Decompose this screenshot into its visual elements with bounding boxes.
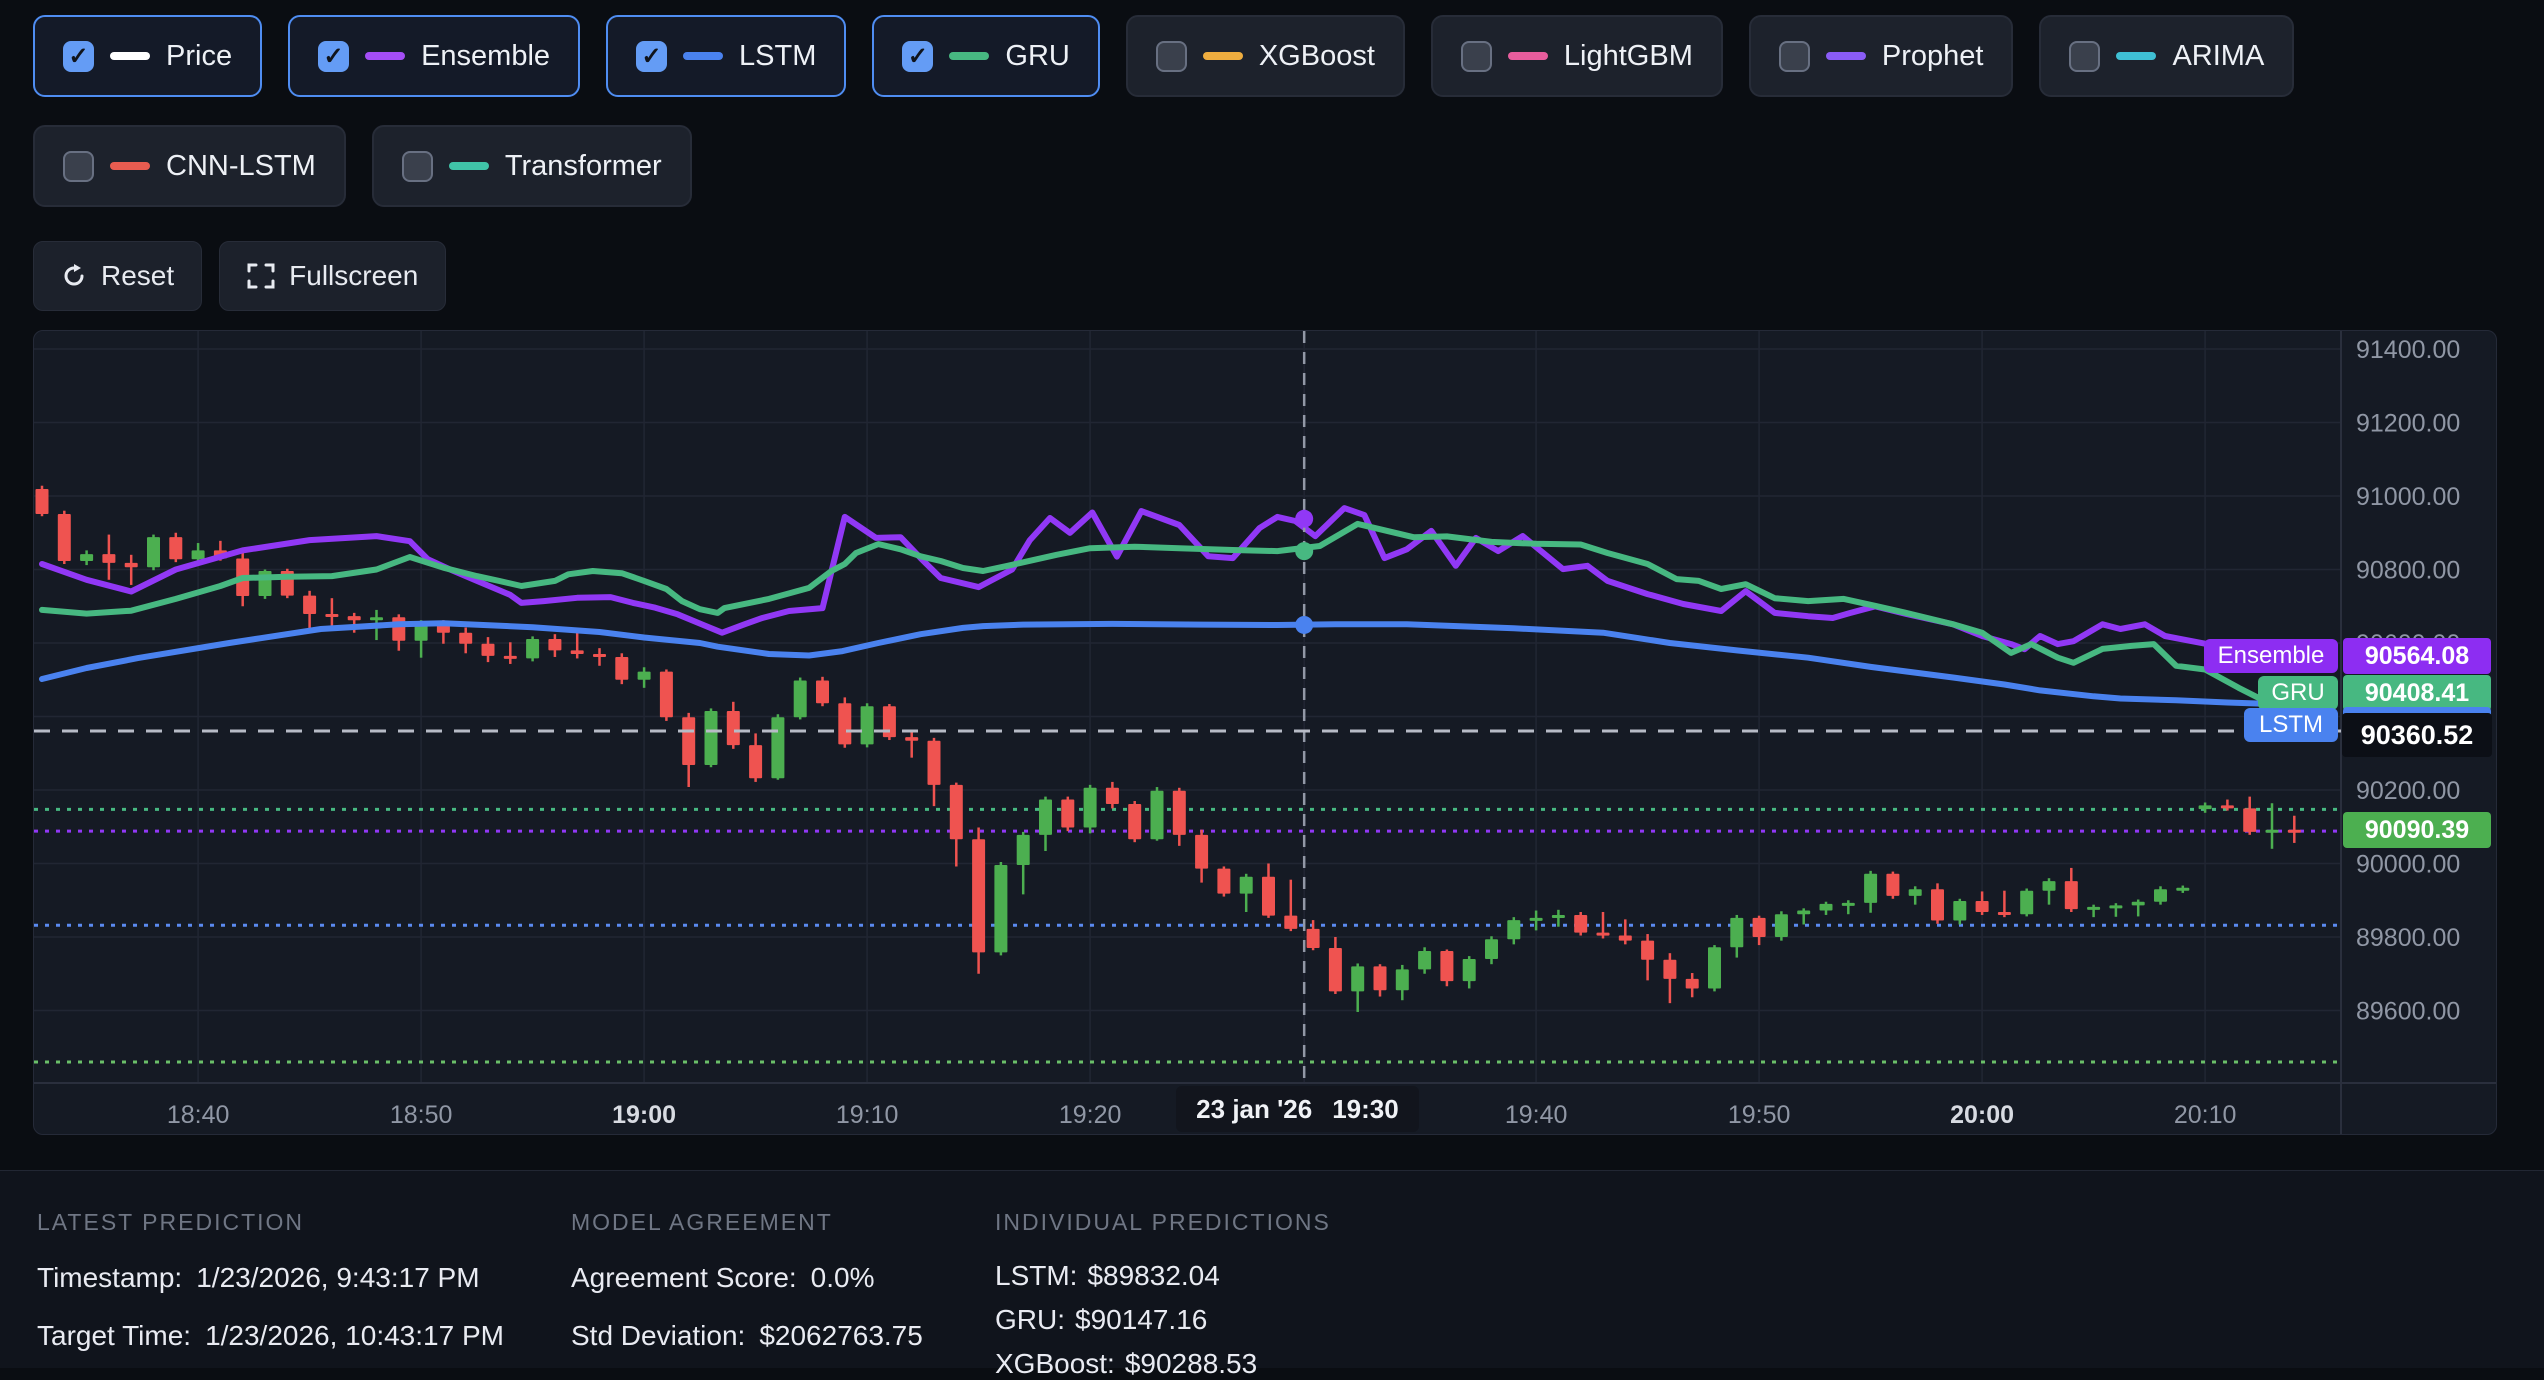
- series-line-ensemble: [42, 508, 2294, 656]
- svg-text:90000.00: 90000.00: [2356, 851, 2460, 879]
- toggle-arima[interactable]: ARIMA: [2039, 15, 2294, 97]
- model-agreement-section: MODEL AGREEMENT Agreement Score:0.0% Std…: [571, 1171, 923, 1352]
- svg-text:89800.00: 89800.00: [2356, 924, 2460, 952]
- svg-text:19:50: 19:50: [1728, 1101, 1791, 1129]
- toggle-gru[interactable]: ✓ GRU: [872, 15, 1099, 97]
- toggle-cnn-lstm[interactable]: CNN-LSTM: [33, 125, 346, 207]
- svg-text:18:50: 18:50: [390, 1101, 453, 1129]
- toggle-prophet[interactable]: Prophet: [1749, 15, 2014, 97]
- svg-text:19:10: 19:10: [836, 1101, 899, 1129]
- std-deviation-row: Std Deviation:$2062763.75: [571, 1320, 923, 1352]
- toggle-label: LSTM: [739, 40, 816, 73]
- toggle-label: XGBoost: [1259, 40, 1375, 73]
- chart-controls: Reset Fullscreen: [0, 207, 2544, 311]
- gru-prediction-row: GRU:$90147.16: [995, 1304, 1331, 1336]
- crosshair-date-text: 23 jan '26: [1196, 1094, 1312, 1125]
- section-title: LATEST PREDICTION: [37, 1209, 504, 1236]
- individual-predictions-section: INDIVIDUAL PREDICTIONS LSTM:$89832.04 GR…: [995, 1171, 1331, 1380]
- toggle-label: Ensemble: [421, 40, 550, 73]
- svg-text:91400.00: 91400.00: [2356, 336, 2460, 364]
- series-color-swatch: [110, 162, 150, 170]
- series-color-swatch: [683, 52, 723, 60]
- series-color-swatch: [449, 162, 489, 170]
- agreement-score-row: Agreement Score:0.0%: [571, 1262, 923, 1294]
- section-title: INDIVIDUAL PREDICTIONS: [995, 1209, 1331, 1236]
- series-color-swatch: [949, 52, 989, 60]
- gridlines: [34, 331, 2341, 1083]
- timestamp-row: Timestamp:1/23/2026, 9:43:17 PM: [37, 1262, 504, 1294]
- toggle-label: CNN-LSTM: [166, 150, 316, 183]
- svg-text:19:20: 19:20: [1059, 1101, 1122, 1129]
- prediction-level-lines: [34, 809, 2341, 1062]
- checkbox-checked-icon[interactable]: ✓: [902, 41, 933, 72]
- checkbox-unchecked-icon[interactable]: [1156, 41, 1187, 72]
- toggle-price[interactable]: ✓ Price: [33, 15, 262, 97]
- fullscreen-label: Fullscreen: [289, 260, 418, 292]
- candlestick-series: [36, 486, 2301, 1012]
- toggle-transformer[interactable]: Transformer: [372, 125, 692, 207]
- svg-text:20:00: 20:00: [1950, 1101, 2014, 1129]
- toggle-lstm[interactable]: ✓ LSTM: [606, 15, 846, 97]
- crosshair-dot-gru: [1295, 542, 1313, 560]
- toggle-label: GRU: [1005, 40, 1069, 73]
- toggle-label: Transformer: [505, 150, 662, 183]
- svg-text:20:10: 20:10: [2174, 1101, 2237, 1129]
- current-price-label: 90090.39: [2343, 812, 2491, 848]
- chart-canvas[interactable]: 91400.0091200.0091000.0090800.0090600.00…: [34, 331, 2496, 1134]
- axis-value-gru: 90408.41: [2343, 675, 2491, 711]
- svg-text:19:00: 19:00: [612, 1101, 676, 1129]
- prediction-info-panel: LATEST PREDICTION Timestamp:1/23/2026, 9…: [0, 1170, 2544, 1368]
- toggle-label: Price: [166, 40, 232, 73]
- axis-value-ensemble: 90564.08: [2343, 638, 2491, 674]
- series-line-lstm: [42, 623, 2294, 706]
- reset-label: Reset: [101, 260, 174, 292]
- section-title: MODEL AGREEMENT: [571, 1209, 923, 1236]
- svg-text:91200.00: 91200.00: [2356, 410, 2460, 438]
- reset-button[interactable]: Reset: [33, 241, 202, 311]
- series-color-swatch: [1826, 52, 1866, 60]
- series-color-swatch: [1508, 52, 1548, 60]
- fullscreen-button[interactable]: Fullscreen: [219, 241, 446, 311]
- crosshair-time-text: 19:30: [1332, 1094, 1399, 1125]
- svg-text:90800.00: 90800.00: [2356, 557, 2460, 585]
- axis-label-ensemble: Ensemble: [2204, 639, 2338, 673]
- fullscreen-icon: [247, 262, 275, 290]
- checkbox-checked-icon[interactable]: ✓: [318, 41, 349, 72]
- checkbox-checked-icon[interactable]: ✓: [636, 41, 667, 72]
- toggle-label: ARIMA: [2172, 40, 2264, 73]
- series-color-swatch: [110, 52, 150, 60]
- toggle-lightgbm[interactable]: LightGBM: [1431, 15, 1723, 97]
- checkbox-unchecked-icon[interactable]: [1779, 41, 1810, 72]
- svg-text:18:40: 18:40: [167, 1101, 230, 1129]
- reset-icon: [61, 263, 87, 289]
- crosshair-dot-ensemble: [1295, 510, 1313, 528]
- crosshair-time-label: 23 jan '26 19:30: [1176, 1086, 1419, 1132]
- checkbox-unchecked-icon[interactable]: [63, 151, 94, 182]
- target-time-row: Target Time:1/23/2026, 10:43:17 PM: [37, 1320, 504, 1352]
- svg-text:91000.00: 91000.00: [2356, 483, 2460, 511]
- toggle-ensemble[interactable]: ✓ Ensemble: [288, 15, 580, 97]
- checkbox-checked-icon[interactable]: ✓: [63, 41, 94, 72]
- crosshair-dot-lstm: [1295, 616, 1313, 634]
- series-color-swatch: [1203, 52, 1243, 60]
- checkbox-unchecked-icon[interactable]: [2069, 41, 2100, 72]
- xgboost-prediction-row: XGBoost:$90288.53: [995, 1348, 1331, 1380]
- checkbox-unchecked-icon[interactable]: [402, 151, 433, 182]
- toggle-label: Prophet: [1882, 40, 1984, 73]
- checkbox-unchecked-icon[interactable]: [1461, 41, 1492, 72]
- svg-text:90200.00: 90200.00: [2356, 777, 2460, 805]
- svg-text:89600.00: 89600.00: [2356, 998, 2460, 1026]
- svg-text:19:40: 19:40: [1505, 1101, 1568, 1129]
- model-legend: ✓ Price ✓ Ensemble ✓ LSTM ✓ GRU XGBoost LightGBM P…: [0, 0, 2500, 207]
- lstm-prediction-row: LSTM:$89832.04: [995, 1260, 1331, 1292]
- toggle-xgboost[interactable]: XGBoost: [1126, 15, 1405, 97]
- axis-label-lstm: LSTM: [2244, 708, 2338, 742]
- prediction-chart[interactable]: 91400.0091200.0091000.0090800.0090600.00…: [33, 330, 2497, 1135]
- toggle-label: LightGBM: [1564, 40, 1693, 73]
- latest-prediction-section: LATEST PREDICTION Timestamp:1/23/2026, 9…: [37, 1171, 504, 1352]
- crosshair-price-label: 90360.52: [2342, 713, 2492, 757]
- axis-label-gru: GRU: [2258, 676, 2338, 710]
- series-color-swatch: [2116, 52, 2156, 60]
- series-color-swatch: [365, 52, 405, 60]
